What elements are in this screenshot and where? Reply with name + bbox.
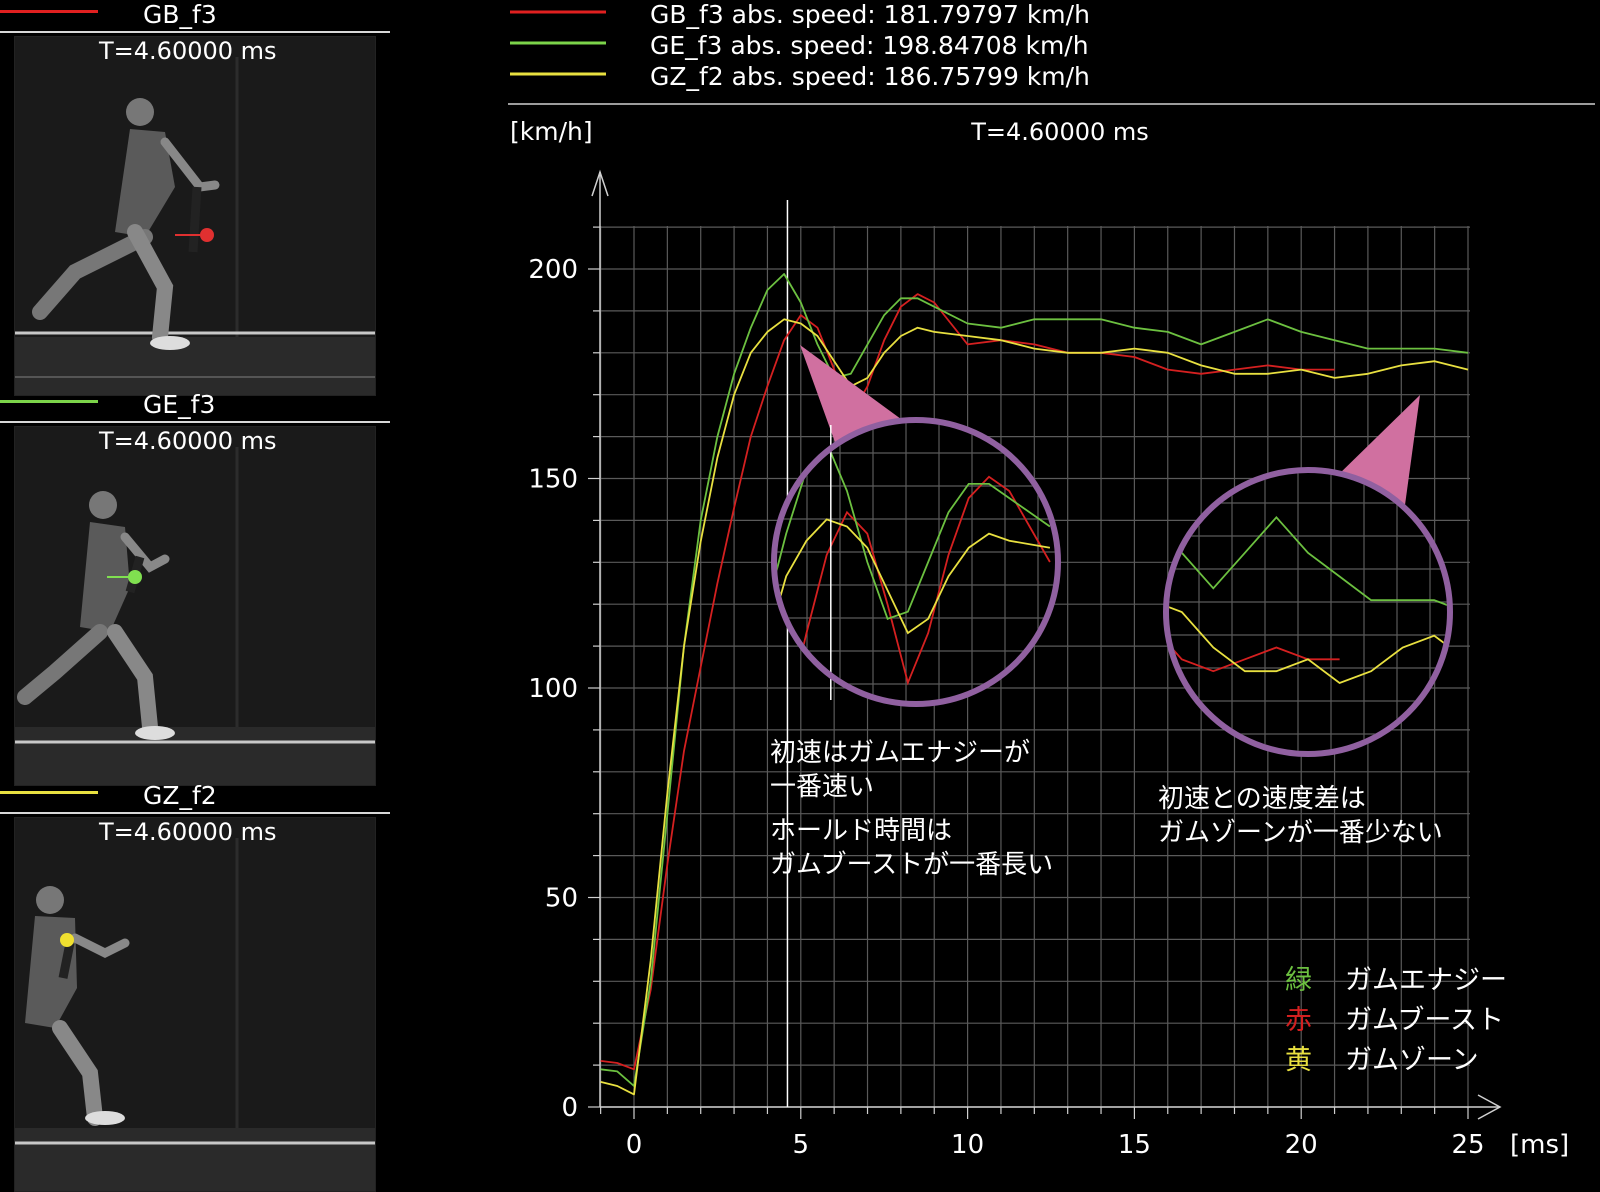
video-frame-ge: T=4.60000 ms: [14, 426, 376, 786]
chart-time-label: T=4.60000 ms: [970, 118, 1149, 146]
video-frame-gb: T=4.60000 ms: [14, 36, 376, 396]
panel-label-ge: GE_f3: [143, 390, 216, 419]
panel-line-ge: [0, 400, 98, 403]
legend-mark-red: 赤: [1285, 1005, 1312, 1036]
ball-gb: [200, 228, 214, 242]
panel-separator: [0, 812, 390, 814]
y-tick-label: 50: [545, 884, 578, 914]
panel-line-gz: [0, 791, 98, 794]
player-silhouette: [15, 818, 375, 1191]
x-tick-label: 20: [1285, 1130, 1318, 1160]
legend-label: ガムエナジー: [1345, 965, 1507, 996]
x-tick-label: 10: [951, 1130, 984, 1160]
frame-time-ge: T=4.60000 ms: [99, 427, 277, 455]
header-legend-text: GZ_f2 abs. speed: 186.75799 km/h: [650, 62, 1090, 91]
ball-ge: [128, 570, 142, 584]
y-tick-label: 100: [528, 674, 578, 704]
panel-separator: [0, 31, 390, 33]
x-tick-label: 5: [793, 1130, 810, 1160]
legend-mark-yellow: 黄: [1285, 1045, 1312, 1076]
annotation-initial-speed: 初速はガムエナジーが 一番速い: [770, 738, 1031, 802]
frame-time-gz: T=4.60000 ms: [99, 818, 277, 846]
player-silhouette: [15, 37, 375, 395]
legend-label: ガムゾーン: [1345, 1045, 1479, 1076]
y-tick-label: 200: [528, 255, 578, 285]
x-tick-label: 0: [626, 1130, 643, 1160]
x-tick-label: 15: [1118, 1130, 1151, 1160]
panel-label-gb: GB_f3: [143, 0, 217, 29]
y-axis-label: [km/h]: [510, 117, 593, 146]
panel-separator: [0, 421, 390, 423]
y-tick-label: 150: [528, 465, 578, 495]
legend-item-energy: 緑 ガムエナジー: [1285, 958, 1507, 997]
ball-gz: [60, 933, 74, 947]
legend-item-boost: 赤 ガムブースト: [1285, 998, 1504, 1037]
header-legend: GB_f3 abs. speed: 181.79797 km/hGE_f3 ab…: [510, 0, 1090, 91]
legend-item-zone: 黄 ガムゾーン: [1285, 1038, 1479, 1077]
annotation-speed-diff: 初速との速度差は ガムゾーンが一番少ない: [1158, 784, 1443, 848]
player-silhouette: [15, 427, 375, 785]
video-frame-gz: T=4.60000 ms: [14, 817, 376, 1192]
header-legend-text: GE_f3 abs. speed: 198.84708 km/h: [650, 31, 1089, 60]
legend-label: ガムブースト: [1345, 1005, 1505, 1036]
annotation-hold-time: ホールド時間は ガムブーストが一番長い: [770, 816, 1054, 880]
frame-time-gb: T=4.60000 ms: [99, 37, 277, 65]
y-tick-label: 0: [561, 1093, 578, 1123]
x-axis-label: [ms]: [1510, 1130, 1569, 1160]
header-legend-text: GB_f3 abs. speed: 181.79797 km/h: [650, 0, 1090, 29]
legend-mark-green: 緑: [1285, 965, 1312, 996]
x-tick-label: 25: [1451, 1130, 1484, 1160]
panel-line-gb: [0, 10, 98, 13]
panel-label-gz: GZ_f2: [143, 781, 217, 810]
